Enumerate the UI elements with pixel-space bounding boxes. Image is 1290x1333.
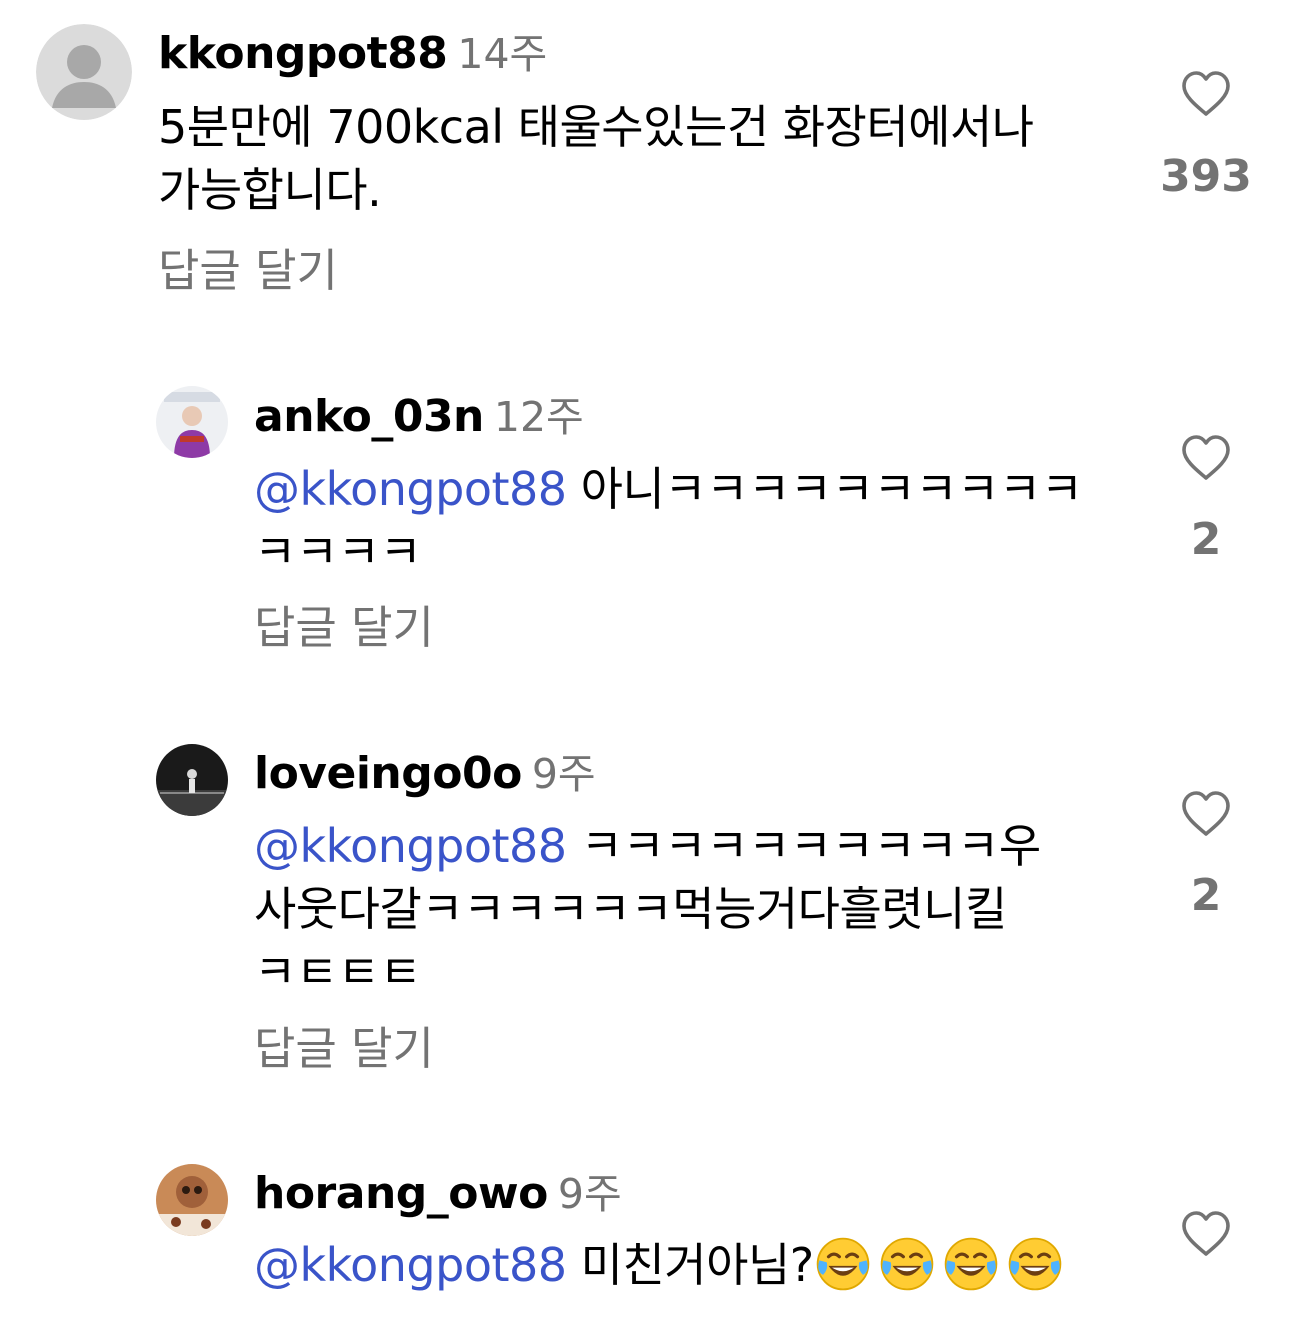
default-avatar-icon xyxy=(36,24,132,120)
comment-text: @kkongpot88 아니ㅋㅋㅋㅋㅋㅋㅋㅋㅋㅋ ㅋㅋㅋㅋ xyxy=(254,462,1083,579)
username[interactable]: loveingo0o xyxy=(254,748,522,799)
mention-link[interactable]: @kkongpot88 xyxy=(254,819,567,873)
face-with-tears-of-joy-icon xyxy=(880,1237,933,1291)
heart-icon[interactable] xyxy=(1180,434,1232,482)
reply-button[interactable]: 답글 달기 xyxy=(254,605,434,650)
comment-text: @kkongpot88 ㅋㅋㅋㅋㅋㅋㅋㅋㅋㅋ우 사웃다갈ㅋㅋㅋㅋㅋㅋ먹능거다흘렷… xyxy=(254,819,1041,999)
comment-text: @kkongpot88 미친거아님? xyxy=(254,1234,1134,1297)
mention-link[interactable]: @kkongpot88 xyxy=(254,462,567,516)
username[interactable]: anko_03n xyxy=(254,391,484,442)
mention-link[interactable]: @kkongpot88 xyxy=(254,1238,567,1292)
profile-photo xyxy=(156,386,228,458)
heart-icon[interactable] xyxy=(1180,70,1232,118)
username[interactable]: horang_owo xyxy=(254,1168,548,1219)
reply-button[interactable]: 답글 달기 xyxy=(254,1026,434,1071)
face-with-tears-of-joy-icon xyxy=(816,1237,869,1291)
comment-text: 5분만에 700kcal 태울수있는건 화장터에서나 가능합니다. xyxy=(158,100,1034,217)
profile-photo xyxy=(156,744,228,816)
profile-photo xyxy=(156,1164,228,1236)
avatar[interactable] xyxy=(156,744,228,816)
reply-button[interactable]: 답글 달기 xyxy=(158,248,338,293)
face-with-tears-of-joy-icon xyxy=(1008,1237,1061,1291)
like-count: 393 xyxy=(1160,151,1252,202)
avatar[interactable] xyxy=(156,386,228,458)
timestamp: 9주 xyxy=(531,750,596,798)
like-count: 2 xyxy=(1190,870,1222,921)
timestamp: 12주 xyxy=(493,393,584,441)
like-count: 2 xyxy=(1190,514,1222,565)
heart-icon[interactable] xyxy=(1180,1210,1232,1258)
timestamp: 9주 xyxy=(557,1170,622,1218)
avatar[interactable] xyxy=(36,24,132,120)
avatar[interactable] xyxy=(156,1164,228,1236)
username[interactable]: kkongpot88 xyxy=(158,28,448,79)
face-with-tears-of-joy-icon xyxy=(944,1237,997,1291)
heart-icon[interactable] xyxy=(1180,790,1232,838)
timestamp: 14주 xyxy=(457,30,548,78)
